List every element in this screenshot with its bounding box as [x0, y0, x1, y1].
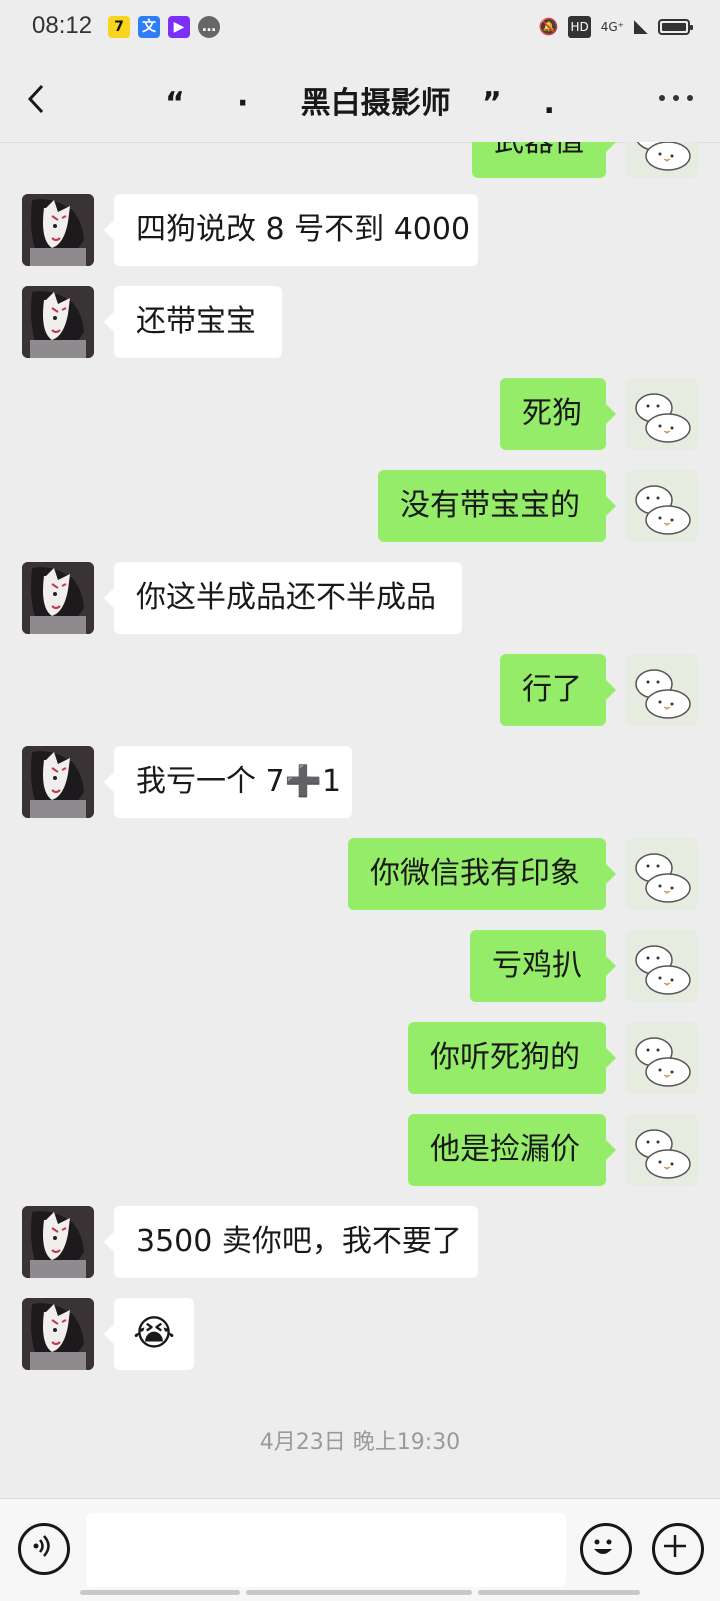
message-row: 行了	[0, 654, 720, 726]
message-bubble[interactable]: 还带宝宝	[104, 286, 282, 358]
message-row: 死狗	[0, 378, 720, 450]
message-row: 武器值	[0, 142, 720, 178]
message-row: 3500 卖你吧，我不要了	[0, 1206, 720, 1278]
avatar[interactable]	[22, 746, 94, 818]
gesture-bar-segment	[246, 1590, 472, 1595]
message-bubble[interactable]: 行了	[500, 654, 616, 726]
duck-avatar-icon	[635, 485, 691, 535]
duck-avatar-icon	[635, 1037, 691, 1087]
voice-button[interactable]	[18, 1523, 70, 1575]
message-row: 😭	[0, 1298, 720, 1370]
fox-mask-avatar-icon	[22, 1206, 94, 1278]
gesture-bar-segment	[80, 1590, 240, 1595]
input-bar	[0, 1498, 720, 1601]
chat-bubble-icon: …	[198, 16, 220, 38]
avatar[interactable]	[626, 378, 698, 450]
message-row: 没有带宝宝的	[0, 470, 720, 542]
avatar[interactable]	[626, 470, 698, 542]
fox-mask-avatar-icon	[22, 562, 94, 634]
message-bubble[interactable]: 你听死狗的	[408, 1022, 616, 1094]
battery-icon	[658, 19, 693, 35]
duck-avatar-icon	[635, 945, 691, 995]
message-row: 你这半成品还不半成品	[0, 562, 720, 634]
fox-mask-avatar-icon	[22, 746, 94, 818]
notification-icons: 7 文 ▶ …	[108, 16, 220, 38]
message-row: 你听死狗的	[0, 1022, 720, 1094]
duck-avatar-icon	[635, 393, 691, 443]
avatar[interactable]	[626, 142, 698, 178]
message-bubble[interactable]: 死狗	[500, 378, 616, 450]
avatar[interactable]	[22, 286, 94, 358]
message-timestamp: 4月23日 晚上19:30	[259, 1430, 461, 1455]
avatar[interactable]	[626, 654, 698, 726]
status-bar: 08:12 7 文 ▶ … 🔕 HD 4G⁺	[0, 0, 720, 56]
status-time: 08:12	[32, 12, 93, 39]
signal-icon: 4G⁺	[600, 20, 624, 34]
mute-icon: 🔕	[538, 17, 559, 36]
duck-avatar-icon	[635, 1129, 691, 1179]
avatar[interactable]	[626, 1022, 698, 1094]
duck-avatar-icon	[635, 669, 691, 719]
message-bubble[interactable]: 武器值	[472, 142, 616, 178]
message-bubble[interactable]: 四狗说改 8 号不到 4000	[104, 194, 478, 266]
avatar[interactable]	[626, 838, 698, 910]
more-button[interactable]	[656, 86, 696, 110]
message-bubble[interactable]: 我亏一个 7➕1	[104, 746, 352, 818]
gesture-bar-segment	[478, 1590, 640, 1595]
avatar[interactable]	[626, 1114, 698, 1186]
message-bubble[interactable]: 3500 卖你吧，我不要了	[104, 1206, 478, 1278]
video-editor-icon: ▶	[168, 16, 190, 38]
more-icon	[659, 95, 693, 101]
duck-avatar-icon	[636, 142, 691, 171]
message-row: 我亏一个 7➕1	[0, 746, 720, 818]
hd-icon: HD	[568, 16, 591, 38]
plus-icon	[664, 1535, 686, 1557]
avatar[interactable]	[22, 1206, 94, 1278]
emoji-message-bubble[interactable]: 😭	[104, 1298, 194, 1370]
avatar[interactable]	[22, 194, 94, 266]
message-row: 还带宝宝	[0, 286, 720, 358]
message-row: 四狗说改 8 号不到 4000	[0, 194, 720, 266]
message-bubble[interactable]: 他是捡漏价	[408, 1114, 616, 1186]
voice-icon	[33, 1535, 50, 1557]
emoji-button[interactable]	[580, 1523, 632, 1575]
duck-avatar-icon	[635, 853, 691, 903]
message-bubble[interactable]: 亏鸡扒	[470, 930, 616, 1002]
message-input[interactable]	[86, 1513, 566, 1587]
video-app-icon: 7	[108, 16, 130, 38]
signal-bars-icon	[634, 20, 648, 34]
avatar[interactable]	[22, 1298, 94, 1370]
avatar[interactable]	[626, 930, 698, 1002]
message-list[interactable]: 武器值 四狗说改 8 号不到 4000	[0, 142, 720, 1498]
message-row: 他是捡漏价	[0, 1114, 720, 1186]
message-bubble[interactable]: 没有带宝宝的	[378, 470, 616, 542]
message-row: 你微信我有印象	[0, 838, 720, 910]
emoji-icon	[594, 1539, 612, 1554]
translate-app-icon: 文	[138, 16, 160, 38]
fox-mask-avatar-icon	[22, 1298, 94, 1370]
nav-bar: “ · 黑白摄影师 ” .	[0, 56, 720, 143]
plus-button[interactable]	[652, 1523, 704, 1575]
message-row: 亏鸡扒	[0, 930, 720, 1002]
message-bubble[interactable]: 你微信我有印象	[348, 838, 616, 910]
fox-mask-avatar-icon	[22, 194, 94, 266]
message-bubble[interactable]: 你这半成品还不半成品	[104, 562, 462, 634]
chat-title: “ · 黑白摄影师 ” .	[165, 86, 555, 121]
fox-mask-avatar-icon	[22, 286, 94, 358]
avatar[interactable]	[22, 562, 94, 634]
system-icons: 🔕 HD 4G⁺	[538, 16, 693, 38]
